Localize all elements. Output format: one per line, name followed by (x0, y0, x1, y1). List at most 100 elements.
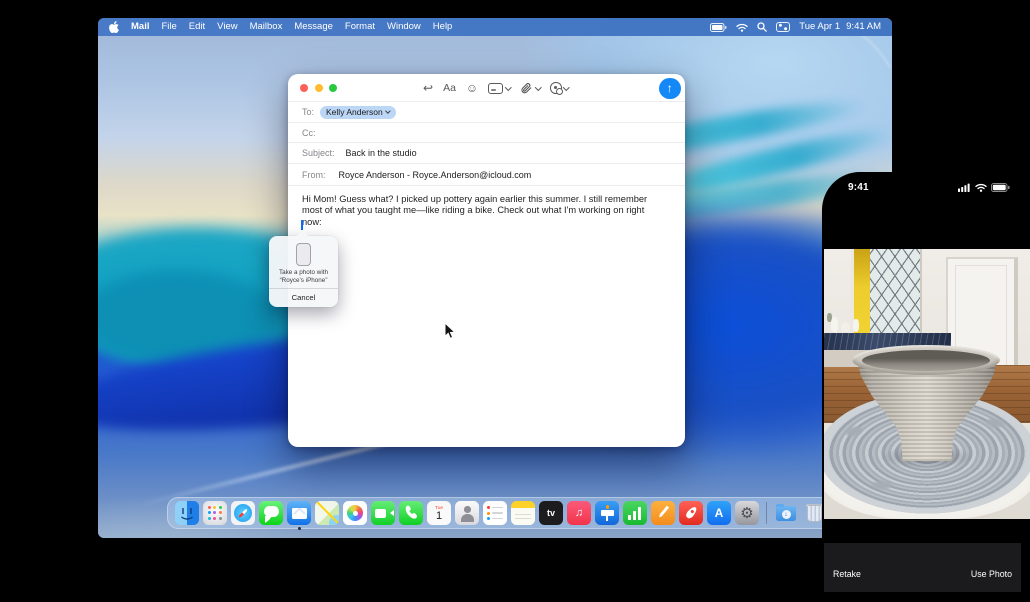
mouse-cursor (444, 322, 457, 340)
envelope-icon (292, 508, 307, 519)
menu-item-mailbox[interactable]: Mailbox (250, 18, 283, 36)
menu-item-view[interactable]: View (217, 18, 237, 36)
dock-messages-icon[interactable] (259, 501, 283, 525)
maps-road (316, 501, 339, 524)
dock-mail-icon[interactable] (287, 501, 311, 525)
chevron-down-icon (535, 84, 541, 90)
compose-toolbar: ↩ Aa ☺ ↑ (288, 74, 685, 102)
video-camera-lens (387, 510, 394, 516)
dock-notes-icon[interactable] (511, 501, 535, 525)
wifi-icon (975, 183, 987, 192)
use-photo-button[interactable]: Use Photo (971, 555, 1012, 592)
text-insertion-caret (301, 220, 303, 230)
recipient-token[interactable]: Kelly Anderson (320, 106, 396, 119)
photo-browser-button[interactable] (488, 83, 510, 94)
retake-button[interactable]: Retake (833, 555, 861, 592)
finder-face (175, 501, 199, 525)
from-value: Royce Anderson - Royce.Anderson@icloud.c… (339, 170, 532, 180)
keynote-stem (606, 516, 608, 521)
emoji-button[interactable]: ☺ (466, 82, 478, 94)
reminders-row (487, 506, 507, 509)
continuity-camera-popover: Take a photo with “Royce’s iPhone” Cance… (269, 236, 338, 307)
dock-reminders-icon[interactable] (483, 501, 507, 525)
battery-icon[interactable] (710, 23, 727, 32)
subject-label: Subject: (302, 148, 335, 158)
dock-downloads-icon[interactable]: ↓ (774, 501, 798, 525)
mac-desktop: Mail File Edit View Mailbox Message Form… (98, 18, 892, 538)
scene-clay-smear (872, 481, 892, 489)
search-icon[interactable] (757, 22, 767, 32)
cancel-button[interactable]: Cancel (269, 289, 338, 303)
dock-facetime-icon[interactable] (371, 501, 395, 525)
dock-pages-icon[interactable] (651, 501, 675, 525)
chevron-down-icon (505, 84, 511, 90)
dock-contacts-icon[interactable] (455, 501, 479, 525)
menu-item-window[interactable]: Window (387, 18, 421, 36)
from-field[interactable]: From: Royce Anderson - Royce.Anderson@ic… (288, 164, 685, 186)
zoom-button[interactable] (329, 84, 337, 92)
dock-appletv-icon[interactable]: tv (539, 501, 563, 525)
dock-appstore-icon[interactable]: A (707, 501, 731, 525)
dock-calendar-icon[interactable]: Tue1 (427, 501, 451, 525)
calendar-day: 1 (436, 511, 442, 522)
message-body-editor[interactable]: Hi Mom! Guess what? I picked up pottery … (288, 186, 664, 236)
dock-divider (766, 502, 767, 524)
dock-settings-icon[interactable]: ⚙ (735, 501, 759, 525)
control-center-icon[interactable] (776, 22, 790, 32)
dock-numbers-icon[interactable] (623, 501, 647, 525)
dock-launchpad-icon[interactable] (203, 501, 227, 525)
close-button[interactable] (300, 84, 308, 92)
subject-field[interactable]: Subject: Back in the studio (288, 143, 685, 164)
menu-item-file[interactable]: File (161, 18, 176, 36)
menu-item-help[interactable]: Help (433, 18, 453, 36)
dock-finder-icon[interactable] (175, 501, 199, 525)
iphone-outline-icon (296, 243, 311, 266)
to-label: To: (302, 107, 314, 117)
chevron-down-icon (385, 109, 390, 114)
send-button[interactable]: ↑ (659, 78, 681, 100)
menu-bar-time[interactable]: 9:41 AM (846, 18, 881, 36)
subject-value: Back in the studio (346, 148, 417, 158)
dock-keynote-icon[interactable] (595, 501, 619, 525)
undo-button[interactable]: ↩ (423, 82, 433, 94)
dock: Tue1 tv ♫ A ⚙ ↓ (167, 497, 834, 529)
minimize-button[interactable] (315, 84, 323, 92)
dock-maps-icon[interactable] (315, 501, 339, 525)
speech-bubble-tail (265, 516, 272, 523)
wifi-icon[interactable] (736, 23, 748, 32)
appstore-a-label: A (715, 506, 724, 520)
photo-action-bar: Retake Use Photo (824, 543, 1021, 592)
photos-pinwheel-icon (347, 505, 363, 521)
iphone-screen: 9:41 (822, 172, 1030, 602)
wallpaper-teal-hill (98, 270, 278, 365)
menu-bar: Mail File Edit View Mailbox Message Form… (98, 18, 892, 36)
insert-from-iphone-button[interactable] (550, 82, 569, 94)
dock-safari-icon[interactable] (231, 501, 255, 525)
dock-music-icon[interactable]: ♫ (567, 501, 591, 525)
trash-bin-icon (807, 505, 822, 522)
menu-item-message[interactable]: Message (294, 18, 333, 36)
person-shoulders (461, 514, 474, 522)
menu-item-mail[interactable]: Mail (131, 18, 149, 36)
cc-field[interactable]: Cc: (288, 123, 685, 143)
dock-photos-icon[interactable] (343, 501, 367, 525)
apple-logo-icon (109, 21, 119, 33)
dock-phone-icon[interactable] (399, 501, 423, 525)
paperclip-icon (520, 82, 533, 95)
to-field[interactable]: To: Kelly Anderson (288, 102, 685, 123)
scene-pot-opening (862, 350, 990, 371)
dock-rocket-icon[interactable] (679, 501, 703, 525)
menu-item-format[interactable]: Format (345, 18, 375, 36)
video-camera-icon (375, 509, 386, 518)
attach-button[interactable] (520, 82, 540, 95)
menu-item-edit[interactable]: Edit (189, 18, 205, 36)
running-indicator (298, 527, 301, 530)
apple-menu[interactable] (109, 21, 119, 33)
phone-handset-icon (399, 501, 423, 525)
keynote-orange-dot (606, 505, 610, 509)
format-button[interactable]: Aa (443, 82, 456, 94)
camera-preview (824, 249, 1030, 519)
menu-bar-date[interactable]: Tue Apr 1 (799, 18, 840, 36)
mail-compose-window: ↩ Aa ☺ ↑ To: Kelly Anderson Cc: (288, 74, 685, 447)
cellular-signal-icon (958, 183, 971, 192)
